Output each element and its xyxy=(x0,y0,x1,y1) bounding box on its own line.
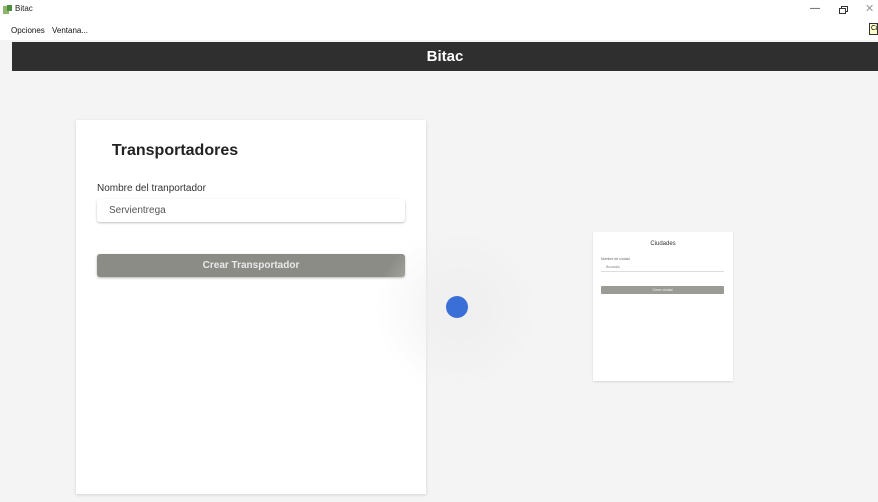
corner-tooltip: Ci xyxy=(869,23,878,35)
window-titlebar: Bitac — ✕ xyxy=(0,0,878,23)
ciudades-preview-field: Bucaralo xyxy=(601,262,724,272)
transportadores-card xyxy=(76,120,426,494)
app-header: Bitac xyxy=(12,42,878,71)
menu-ventana[interactable]: Ventana... xyxy=(52,26,88,35)
create-transportador-button[interactable]: Crear Transportador xyxy=(97,254,405,277)
transportador-name-label: Nombre del tranportador xyxy=(97,183,206,194)
transportador-name-input[interactable] xyxy=(97,199,405,222)
ciudades-preview-button: Crear ciudad xyxy=(601,286,724,294)
close-button[interactable]: ✕ xyxy=(865,3,874,15)
minimize-button[interactable]: — xyxy=(810,3,820,15)
ciudades-preview-label: Nombre de ciudad xyxy=(601,257,630,261)
loading-spinner xyxy=(446,296,468,318)
app-icon xyxy=(3,5,12,14)
ciudades-preview-title: Ciudades xyxy=(650,241,676,247)
ciudades-preview-card xyxy=(593,232,733,381)
menu-opciones[interactable]: Opciones xyxy=(11,26,45,35)
restore-button[interactable] xyxy=(839,6,848,14)
menu-bar: Opciones Ventana... xyxy=(0,23,878,40)
window-title: Bitac xyxy=(15,4,33,13)
card-title: Transportadores xyxy=(111,142,239,159)
